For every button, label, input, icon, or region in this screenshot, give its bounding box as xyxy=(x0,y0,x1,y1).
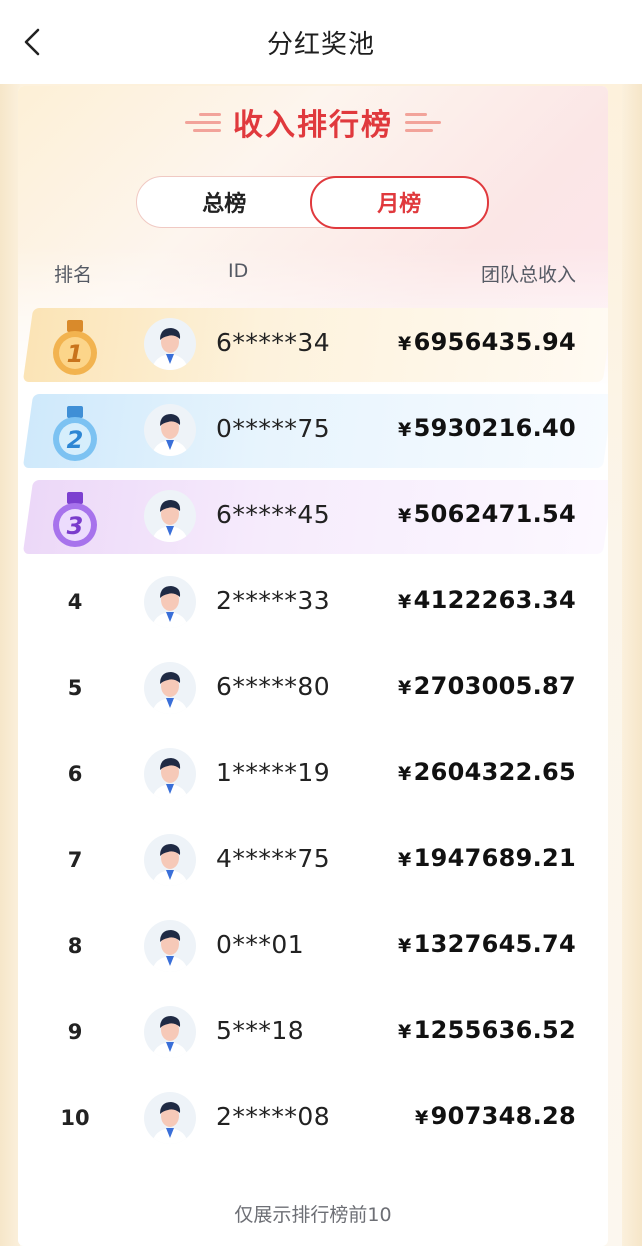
user-id: 0*****75 xyxy=(216,414,331,443)
rank-number: 6 xyxy=(67,762,83,786)
list-item[interactable]: 4 2*****33 ¥4122263.34 xyxy=(18,566,608,640)
rank-number: 5 xyxy=(67,676,83,700)
list-item[interactable]: 3 6*****45 ¥5062471.54 xyxy=(18,480,608,554)
list-item[interactable]: 5 6*****80 ¥2703005.87 xyxy=(18,652,608,726)
title-decoration-left xyxy=(185,112,221,132)
income-value: ¥907348.28 xyxy=(415,1102,576,1130)
rank-number: 10 xyxy=(60,1106,90,1130)
rank-number: 9 xyxy=(67,1020,83,1044)
list-item[interactable]: 10 2*****08 ¥907348.28 xyxy=(18,1082,608,1156)
column-header-income: 团队总收入 xyxy=(480,264,576,286)
avatar xyxy=(144,404,196,456)
side-decoration-right xyxy=(622,84,642,1246)
ranking-card: 收入排行榜 总榜 月榜 排名 ID 团队总收入 1 6*****34 ¥6956… xyxy=(18,86,608,1246)
income-value: ¥5930216.40 xyxy=(398,414,576,442)
list-footnote: 仅展示排行榜前10 xyxy=(234,1204,392,1226)
list-item[interactable]: 9 5***18 ¥1255636.52 xyxy=(18,996,608,1070)
nav-bar: 分红奖池 xyxy=(0,0,642,84)
user-id: 6*****34 xyxy=(216,328,331,357)
purple-medal-icon: 3 xyxy=(53,492,97,547)
rank-number: 7 xyxy=(67,848,83,872)
user-id: 6*****45 xyxy=(216,500,331,529)
income-value: ¥4122263.34 xyxy=(398,586,576,614)
income-value: ¥1255636.52 xyxy=(398,1016,576,1044)
svg-text:2: 2 xyxy=(67,426,84,454)
avatar xyxy=(144,834,196,886)
rank-number: 4 xyxy=(67,590,83,614)
chevron-left-icon xyxy=(24,28,40,56)
tab-total[interactable]: 总榜 xyxy=(137,177,312,227)
gold-medal-icon: 1 xyxy=(53,320,97,375)
avatar xyxy=(144,748,196,800)
income-value: ¥1947689.21 xyxy=(398,844,576,872)
income-value: ¥2703005.87 xyxy=(398,672,576,700)
svg-text:1: 1 xyxy=(67,340,84,368)
tab-monthly[interactable]: 月榜 xyxy=(310,175,489,229)
user-id: 1*****19 xyxy=(216,758,331,787)
income-value: ¥6956435.94 xyxy=(398,328,576,356)
user-id: 6*****80 xyxy=(216,672,331,701)
column-header-rank: 排名 xyxy=(54,264,93,286)
page-title: 分红奖池 xyxy=(266,29,375,60)
user-id: 2*****33 xyxy=(216,586,331,615)
title-decoration-right xyxy=(405,112,441,132)
user-id: 5***18 xyxy=(216,1016,305,1045)
rank-number: 8 xyxy=(67,934,83,958)
avatar xyxy=(144,662,196,714)
back-button[interactable] xyxy=(14,24,50,60)
column-headers: 排名 ID 团队总收入 xyxy=(18,256,608,290)
list-item[interactable]: 6 1*****19 ¥2604322.65 xyxy=(18,738,608,812)
avatar xyxy=(144,1006,196,1058)
income-value: ¥1327645.74 xyxy=(398,930,576,958)
svg-text:3: 3 xyxy=(67,512,84,540)
list-item[interactable]: 7 4*****75 ¥1947689.21 xyxy=(18,824,608,898)
list-item[interactable]: 2 0*****75 ¥5930216.40 xyxy=(18,394,608,468)
income-value: ¥2604322.65 xyxy=(398,758,576,786)
list-item[interactable]: 1 6*****34 ¥6956435.94 xyxy=(18,308,608,382)
user-id: 0***01 xyxy=(216,930,305,959)
silver-medal-icon: 2 xyxy=(53,406,97,461)
board-title: 收入排行榜 xyxy=(233,108,393,143)
avatar xyxy=(144,490,196,542)
side-decoration-left xyxy=(0,84,20,1246)
board-tabs: 总榜 月榜 xyxy=(136,175,489,229)
avatar xyxy=(144,920,196,972)
list-item[interactable]: 8 0***01 ¥1327645.74 xyxy=(18,910,608,984)
user-id: 4*****75 xyxy=(216,844,331,873)
board-title-wrap: 收入排行榜 xyxy=(18,100,608,144)
user-id: 2*****08 xyxy=(216,1102,331,1131)
avatar xyxy=(144,318,196,370)
avatar xyxy=(144,1092,196,1144)
income-value: ¥5062471.54 xyxy=(398,500,576,528)
avatar xyxy=(144,576,196,628)
column-header-id: ID xyxy=(228,260,249,282)
